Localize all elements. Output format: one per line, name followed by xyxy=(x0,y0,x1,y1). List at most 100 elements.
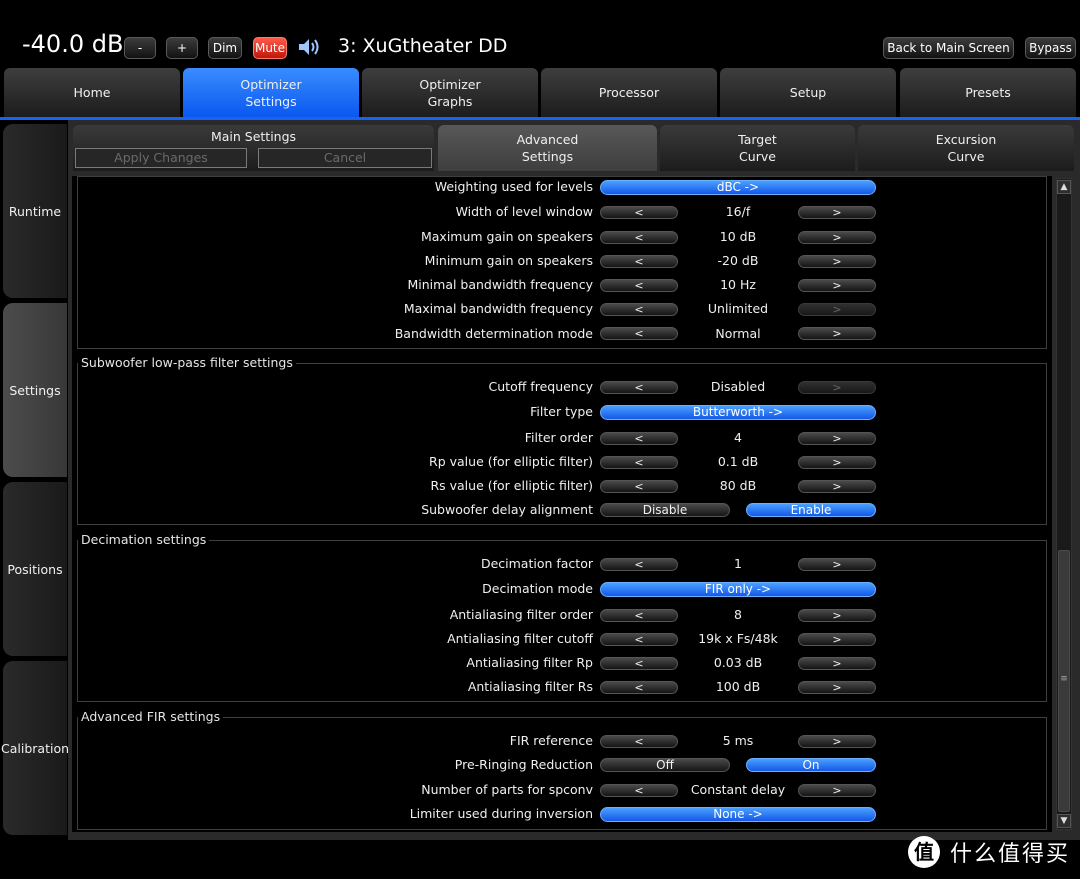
volume-up-button[interactable]: + xyxy=(166,37,198,59)
tab-presets[interactable]: Presets xyxy=(900,68,1076,117)
max-bandwidth-increase-button: > xyxy=(798,303,876,316)
aa-rp-label: Antialiasing filter Rp xyxy=(466,655,593,670)
tab-optimizer-graphs[interactable]: Optimizer Graphs xyxy=(362,68,538,117)
rs-decrease-button[interactable]: < xyxy=(600,480,678,493)
max-gain-increase-button[interactable]: > xyxy=(798,231,876,244)
decimation-factor-decrease-button[interactable]: < xyxy=(600,558,678,571)
decimation-factor-label: Decimation factor xyxy=(480,556,593,571)
decimation-factor-increase-button[interactable]: > xyxy=(798,558,876,571)
bandwidth-mode-next-button[interactable]: > xyxy=(798,327,876,340)
max-gain-value: 10 dB xyxy=(719,229,757,244)
min-gain-increase-button[interactable]: > xyxy=(798,255,876,268)
min-gain-decrease-button[interactable]: < xyxy=(600,255,678,268)
aa-rp-value: 0.03 dB xyxy=(713,655,763,670)
aa-rs-label: Antialiasing filter Rs xyxy=(467,679,593,694)
min-bandwidth-label: Minimal bandwidth frequency xyxy=(407,277,593,292)
fir-reference-label: FIR reference xyxy=(509,733,593,748)
side-tab-calibration[interactable]: Calibration xyxy=(1,661,69,835)
sub-delay-label: Subwoofer delay alignment xyxy=(421,502,593,517)
rp-value-label: Rp value (for elliptic filter) xyxy=(429,454,593,469)
tab-excursion-curve[interactable]: Excursion Curve xyxy=(858,125,1074,171)
tab-processor[interactable]: Processor xyxy=(541,68,717,117)
weighting-selector[interactable]: dBC -> xyxy=(600,180,876,195)
dim-button[interactable]: Dim xyxy=(208,37,242,59)
decimation-mode-selector[interactable]: FIR only -> xyxy=(600,582,876,597)
fir-reference-increase-button[interactable]: > xyxy=(798,735,876,748)
cutoff-decrease-button[interactable]: < xyxy=(600,381,678,394)
cutoff-value: Disabled xyxy=(710,379,766,394)
aa-rp-decrease-button[interactable]: < xyxy=(600,657,678,670)
decimation-mode-label: Decimation mode xyxy=(482,581,593,596)
bandwidth-mode-value: Normal xyxy=(715,326,761,341)
aa-cutoff-value: 19k x Fs/48k xyxy=(698,631,778,646)
spconv-parts-next-button[interactable]: > xyxy=(798,784,876,797)
min-bandwidth-increase-button[interactable]: > xyxy=(798,279,876,292)
filter-type-selector[interactable]: Butterworth -> xyxy=(600,405,876,420)
max-bandwidth-value: Unlimited xyxy=(707,301,769,316)
side-tab-runtime[interactable]: Runtime xyxy=(3,124,67,298)
rs-increase-button[interactable]: > xyxy=(798,480,876,493)
filter-order-label: Filter order xyxy=(524,430,593,445)
tab-optimizer-settings[interactable]: Optimizer Settings xyxy=(183,68,359,117)
filter-order-increase-button[interactable]: > xyxy=(798,432,876,445)
mute-button[interactable]: Mute xyxy=(253,37,287,59)
cancel-button[interactable]: Cancel xyxy=(258,148,432,168)
tab-target-curve[interactable]: Target Curve xyxy=(660,125,855,171)
tab-advanced-settings[interactable]: Advanced Settings xyxy=(438,125,657,171)
aa-order-increase-button[interactable]: > xyxy=(798,609,876,622)
level-window-increase-button[interactable]: > xyxy=(798,206,876,219)
sub-delay-enable-toggle[interactable]: Enable xyxy=(746,503,876,517)
aa-rs-decrease-button[interactable]: < xyxy=(600,681,678,694)
aa-order-decrease-button[interactable]: < xyxy=(600,609,678,622)
subwoofer-group-title: Subwoofer low-pass filter settings xyxy=(78,355,296,370)
rp-value: 0.1 dB xyxy=(717,454,759,469)
decimation-factor-value: 1 xyxy=(734,556,742,571)
aa-cutoff-increase-button[interactable]: > xyxy=(798,633,876,646)
back-to-main-button[interactable]: Back to Main Screen xyxy=(883,37,1014,59)
min-gain-label: Minimum gain on speakers xyxy=(424,253,593,268)
aa-cutoff-decrease-button[interactable]: < xyxy=(600,633,678,646)
weighting-label: Weighting used for levels xyxy=(434,179,593,194)
tab-home[interactable]: Home xyxy=(4,68,180,117)
cutoff-increase-button: > xyxy=(798,381,876,394)
bypass-button[interactable]: Bypass xyxy=(1025,37,1076,59)
sub-delay-disable-toggle[interactable]: Disable xyxy=(600,503,730,517)
scroll-down-icon[interactable]: ▼ xyxy=(1057,814,1071,828)
scrollbar-grip-icon: ≡ xyxy=(1060,674,1068,684)
min-bandwidth-value: 10 Hz xyxy=(720,277,756,292)
tab-setup[interactable]: Setup xyxy=(720,68,896,117)
aa-rp-increase-button[interactable]: > xyxy=(798,657,876,670)
limiter-label: Limiter used during inversion xyxy=(409,806,593,821)
filter-type-label: Filter type xyxy=(530,404,593,419)
max-bandwidth-label: Maximal bandwidth frequency xyxy=(403,301,593,316)
level-window-decrease-button[interactable]: < xyxy=(600,206,678,219)
aa-cutoff-label: Antialiasing filter cutoff xyxy=(447,631,593,646)
limiter-selector[interactable]: None -> xyxy=(600,807,876,822)
speaker-icon[interactable] xyxy=(297,36,323,58)
fir-group-title: Advanced FIR settings xyxy=(78,709,224,724)
bandwidth-mode-prev-button[interactable]: < xyxy=(600,327,678,340)
pre-ringing-on-toggle[interactable]: On xyxy=(746,758,876,772)
bandwidth-mode-label: Bandwidth determination mode xyxy=(394,326,593,341)
max-bandwidth-decrease-button[interactable]: < xyxy=(600,303,678,316)
aa-order-value: 8 xyxy=(734,607,742,622)
main-settings-label: Main Settings xyxy=(210,129,297,144)
watermark: 值 什么值得买 xyxy=(908,834,1070,870)
filter-order-decrease-button[interactable]: < xyxy=(600,432,678,445)
apply-changes-button[interactable]: Apply Changes xyxy=(75,148,247,168)
side-tab-settings[interactable]: Settings xyxy=(3,303,67,477)
rp-increase-button[interactable]: > xyxy=(798,456,876,469)
spconv-parts-prev-button[interactable]: < xyxy=(600,784,678,797)
fir-reference-decrease-button[interactable]: < xyxy=(600,735,678,748)
rp-decrease-button[interactable]: < xyxy=(600,456,678,469)
min-bandwidth-decrease-button[interactable]: < xyxy=(600,279,678,292)
max-gain-decrease-button[interactable]: < xyxy=(600,231,678,244)
scroll-up-icon[interactable]: ▲ xyxy=(1057,180,1071,194)
aa-rs-increase-button[interactable]: > xyxy=(798,681,876,694)
volume-down-button[interactable]: - xyxy=(124,37,156,59)
aa-rs-value: 100 dB xyxy=(715,679,761,694)
pre-ringing-off-toggle[interactable]: Off xyxy=(600,758,730,772)
fir-reference-value: 5 ms xyxy=(722,733,754,748)
level-window-value: 16/f xyxy=(725,204,751,219)
side-tab-positions[interactable]: Positions xyxy=(3,482,67,656)
